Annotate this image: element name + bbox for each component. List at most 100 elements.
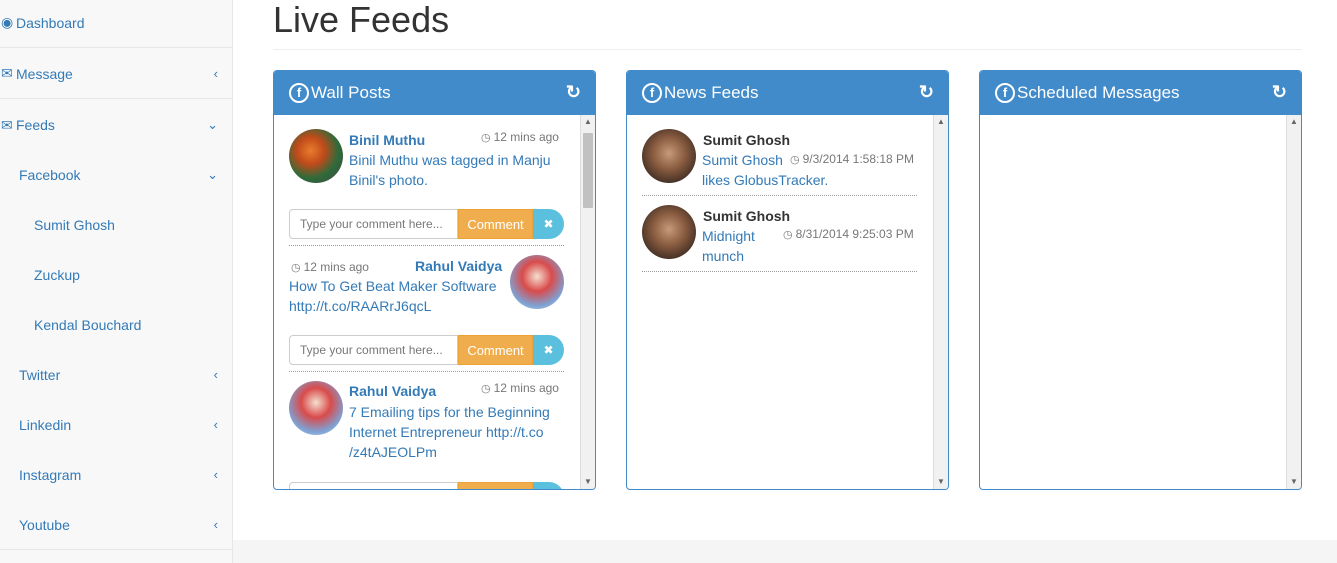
- sidebar-item-label: Facebook: [19, 167, 81, 183]
- main-content: Live Feeds f Wall Posts ↻ ▲ ▼ Binil Muth…: [233, 0, 1337, 540]
- panel-header: f Scheduled Messages ↻: [980, 71, 1301, 115]
- panel-title: Scheduled Messages: [1017, 83, 1180, 102]
- news-feeds-panel: f News Feeds ↻ ▲ ▼ Sumit Ghosh Sumit Gho…: [626, 70, 949, 490]
- chevron-down-icon: ⌄: [207, 167, 218, 182]
- divider: [273, 49, 1302, 50]
- avatar: [642, 205, 696, 259]
- panel-header: f News Feeds ↻: [627, 71, 948, 115]
- separator: [642, 271, 917, 272]
- dashboard-icon: ◉: [1, 14, 14, 30]
- sidebar-item-sumit-ghosh[interactable]: Sumit Ghosh: [0, 200, 232, 250]
- scheduled-messages-panel: f Scheduled Messages ↻ ▲ ▼: [979, 70, 1302, 490]
- scrollbar[interactable]: ▲ ▼: [580, 115, 595, 489]
- post-author[interactable]: Binil Muthu: [349, 132, 425, 148]
- envelope-icon: ✉: [1, 116, 13, 133]
- separator: [289, 245, 564, 246]
- scroll-down-icon[interactable]: ▼: [581, 475, 595, 489]
- feed-author: Sumit Ghosh: [703, 132, 791, 148]
- refresh-icon[interactable]: ↻: [1272, 82, 1287, 103]
- dislike-button[interactable]: ✖: [533, 335, 564, 365]
- scroll-down-icon[interactable]: ▼: [934, 475, 948, 489]
- comment-input[interactable]: Type your comment here...: [289, 209, 458, 239]
- sidebar-item-instagram[interactable]: Instagram ‹: [0, 450, 232, 500]
- sidebar-item-label: Instagram: [19, 467, 82, 483]
- feed-author: Sumit Ghosh: [703, 208, 791, 224]
- thumbs-down-icon: ✖: [543, 343, 554, 357]
- post-time: ◷ 12 mins ago: [481, 381, 559, 395]
- sidebar-item-kendal-bouchard[interactable]: Kendal Bouchard: [0, 300, 232, 350]
- sidebar-item-label: Message: [16, 65, 73, 82]
- envelope-icon: ✉: [1, 65, 13, 81]
- dislike-button[interactable]: ✖: [533, 209, 564, 239]
- panel-body: ▲ ▼: [980, 115, 1301, 489]
- separator: [642, 195, 917, 196]
- feed-text: Midnight munch: [702, 228, 755, 264]
- chevron-left-icon: ‹: [213, 417, 218, 432]
- panel-header: f Wall Posts ↻: [274, 71, 595, 115]
- sidebar-item-twitter[interactable]: Twitter ‹: [0, 350, 232, 400]
- sidebar-item-youtube[interactable]: Youtube ‹: [0, 500, 232, 550]
- post-text: 7 Emailing tips for the Beginning Interne…: [349, 404, 550, 460]
- sidebar-item-facebook[interactable]: Facebook ⌄: [0, 150, 232, 200]
- clock-icon: ◷: [790, 154, 800, 166]
- facebook-icon: f: [289, 83, 309, 103]
- avatar: [289, 381, 343, 435]
- comment-button[interactable]: Comment: [458, 482, 533, 489]
- refresh-icon[interactable]: ↻: [566, 82, 581, 103]
- sidebar-item-label: Zuckup: [34, 267, 80, 283]
- dislike-button[interactable]: ✖: [533, 482, 564, 489]
- sidebar-item-label: Twitter: [19, 367, 61, 383]
- avatar: [642, 129, 696, 183]
- comment-input[interactable]: Type your comment here...: [289, 482, 458, 489]
- facebook-icon: f: [995, 83, 1015, 103]
- sidebar-item-message[interactable]: ✉ Message ‹: [0, 49, 232, 99]
- facebook-icon: f: [642, 83, 662, 103]
- avatar: [510, 255, 564, 309]
- scrollbar[interactable]: ▲ ▼: [933, 115, 948, 489]
- sidebar-item-label: Feeds: [16, 117, 55, 133]
- thumbs-down-icon: ✖: [543, 217, 554, 231]
- page-title: Live Feeds: [273, 0, 450, 40]
- post-time: ◷ 12 mins ago: [291, 260, 369, 274]
- feed-time: ◷ 8/31/2014 9:25:03 PM: [783, 227, 914, 241]
- scroll-up-icon[interactable]: ▲: [581, 115, 595, 129]
- scroll-up-icon[interactable]: ▲: [1287, 115, 1301, 129]
- chevron-left-icon: ‹: [213, 367, 218, 382]
- comment-button[interactable]: Comment: [458, 335, 533, 365]
- clock-icon: ◷: [783, 229, 793, 241]
- post-time: ◷ 12 mins ago: [481, 130, 559, 144]
- scroll-up-icon[interactable]: ▲: [934, 115, 948, 129]
- sidebar-item-dashboard[interactable]: ◉ Dashboard: [0, 0, 232, 48]
- scroll-thumb[interactable]: [583, 133, 593, 208]
- clock-icon: ◷: [481, 383, 491, 395]
- panel-title: News Feeds: [664, 83, 759, 102]
- chevron-left-icon: ‹: [213, 66, 218, 81]
- clock-icon: ◷: [291, 262, 301, 274]
- separator: [289, 371, 564, 372]
- chevron-left-icon: ‹: [213, 517, 218, 532]
- panel-body: ▲ ▼ Sumit Ghosh Sumit Ghosh likes GlobusT…: [627, 115, 948, 489]
- post-text: Binil Muthu was tagged in Manju Binil's p…: [349, 152, 551, 188]
- sidebar-item-feeds[interactable]: ✉ Feeds ⌄: [0, 100, 232, 150]
- comment-box: Type your comment here... Comment ✖: [289, 482, 564, 489]
- comment-input[interactable]: Type your comment here...: [289, 335, 458, 365]
- sidebar: ◉ Dashboard ✉ Message ‹ ✉ Feeds ⌄ Facebook …: [0, 0, 233, 563]
- panel-title: Wall Posts: [311, 83, 391, 102]
- chevron-down-icon: ⌄: [207, 117, 218, 132]
- panel-body: ▲ ▼ Binil Muthu ◷ 12 mins ago Binil Muthu…: [274, 115, 595, 489]
- sidebar-item-zuckup[interactable]: Zuckup: [0, 250, 232, 300]
- post-author[interactable]: Rahul Vaidya: [349, 383, 436, 399]
- comment-button[interactable]: Comment: [458, 209, 533, 239]
- scrollbar[interactable]: ▲ ▼: [1286, 115, 1301, 489]
- scroll-down-icon[interactable]: ▼: [1287, 475, 1301, 489]
- wall-posts-panel: f Wall Posts ↻ ▲ ▼ Binil Muthu ◷ 12 mins …: [273, 70, 596, 490]
- post-author[interactable]: Rahul Vaidya: [415, 258, 502, 274]
- sidebar-item-label: Sumit Ghosh: [34, 217, 115, 233]
- avatar: [289, 129, 343, 183]
- sidebar-item-linkedin[interactable]: Linkedin ‹: [0, 400, 232, 450]
- clock-icon: ◷: [481, 132, 491, 144]
- sidebar-item-label: Linkedin: [19, 417, 72, 433]
- sidebar-item-label: Youtube: [19, 516, 70, 533]
- refresh-icon[interactable]: ↻: [919, 82, 934, 103]
- sidebar-item-label: Dashboard: [16, 14, 85, 31]
